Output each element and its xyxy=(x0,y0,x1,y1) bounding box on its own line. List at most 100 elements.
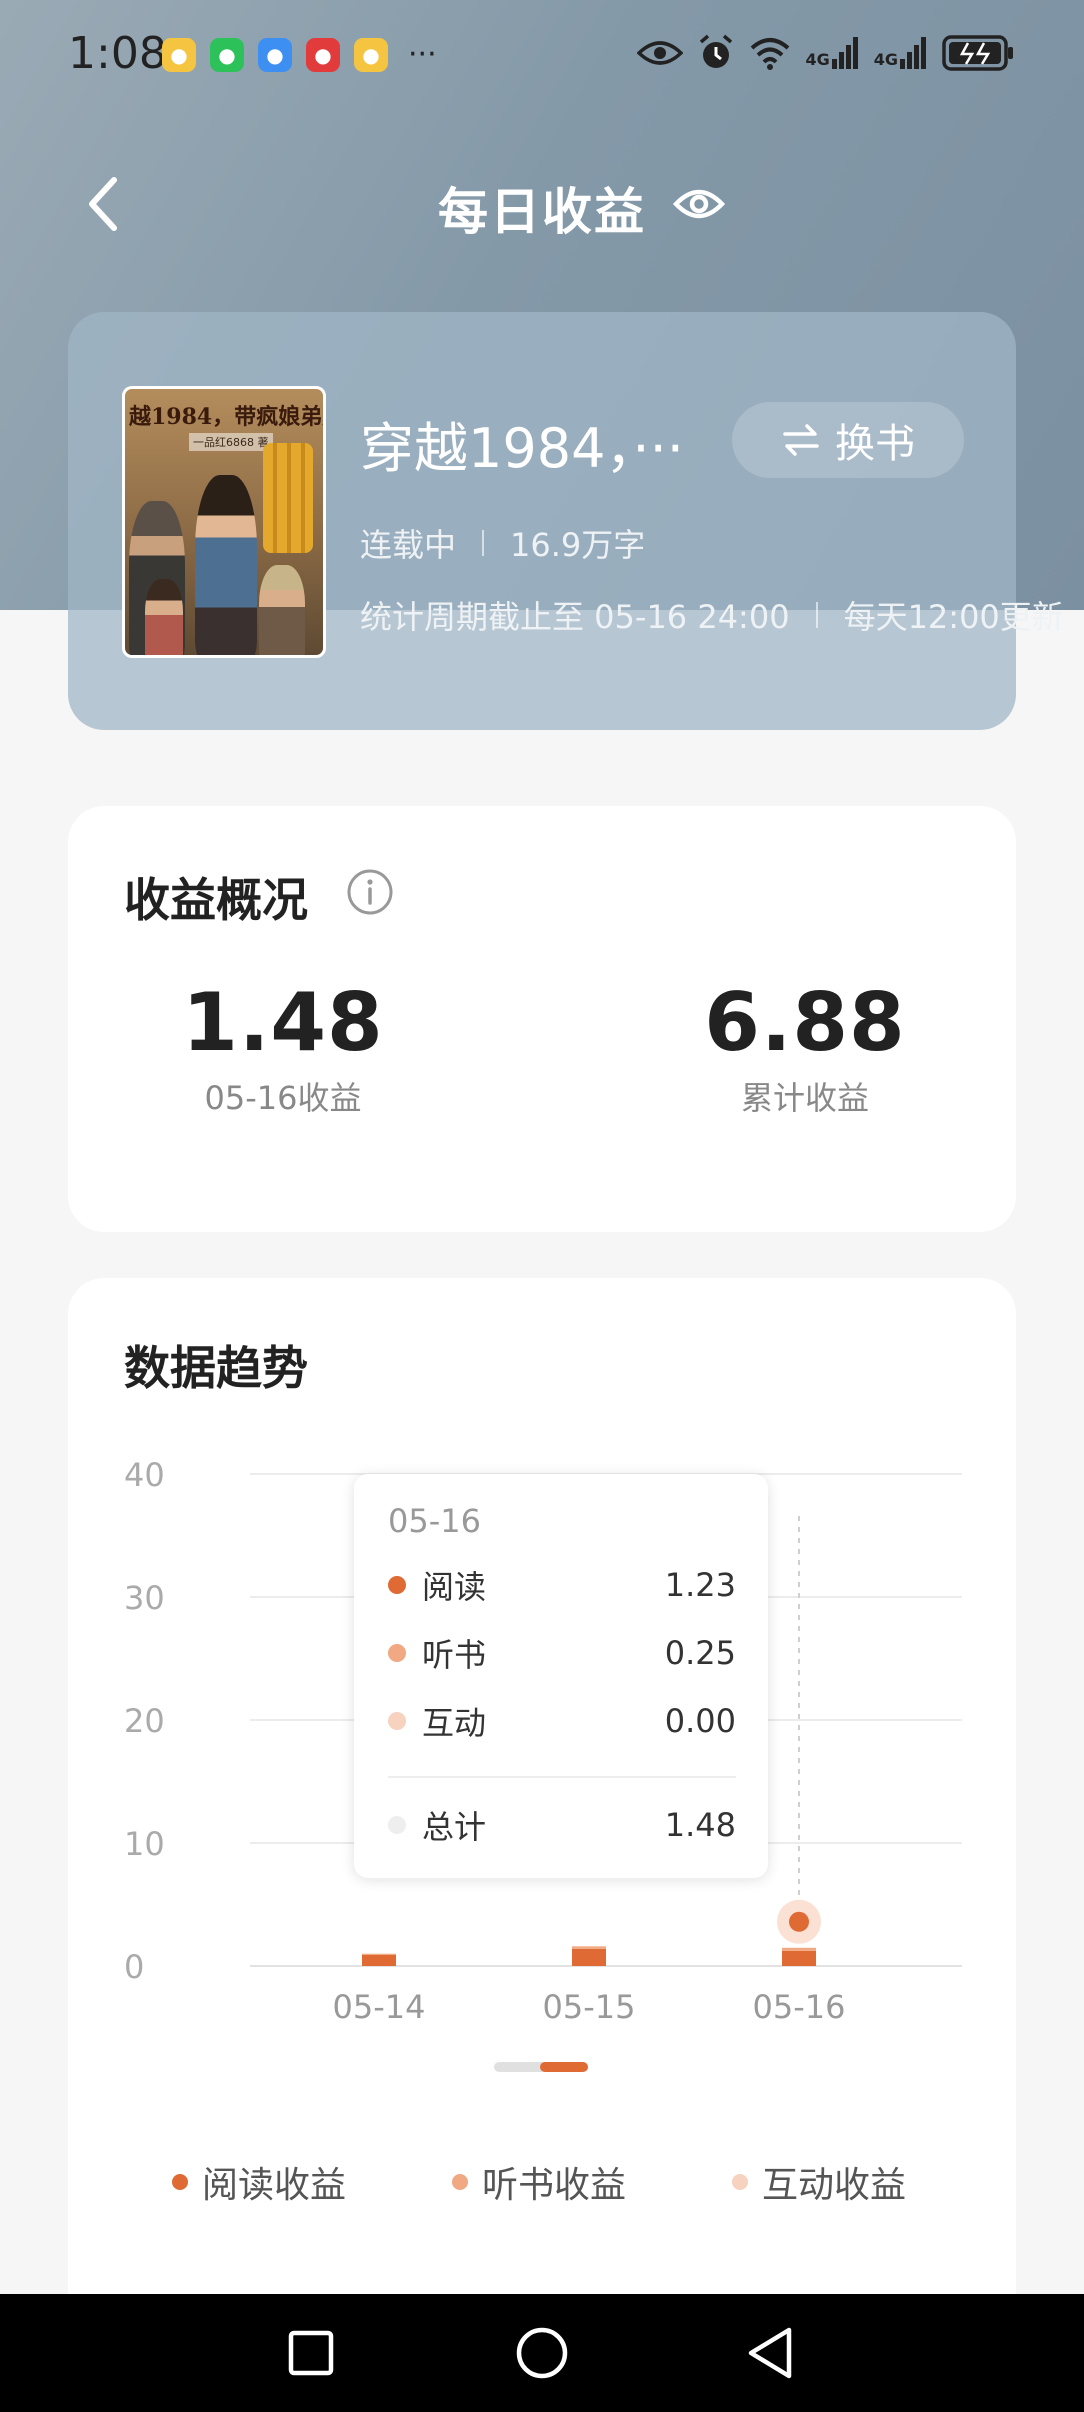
interaction-dot-icon xyxy=(388,1712,406,1730)
bar-05-16-0 xyxy=(782,1950,816,1966)
book-card: 越1984，带疯娘弟妹逆 一品红6868 著 穿越1984，··· 换书 连载中… xyxy=(68,312,1064,730)
cover-title: 越1984，带疯娘弟妹逆 xyxy=(129,404,323,430)
y-tick-label: 20 xyxy=(124,1702,165,1740)
book-word-count: 16.9万字 xyxy=(510,526,646,564)
tooltip-row-interaction: 互动 0.00 xyxy=(388,1698,736,1744)
total-earnings-stat: 6.88 累计收益 xyxy=(655,976,955,1119)
chart-tooltip: 05-16 阅读 1.23 听书 0.25 互动 0.00 总计 1.48 xyxy=(354,1474,768,1878)
cover-child-illustration-2 xyxy=(145,579,183,655)
x-tick-label: 05-14 xyxy=(333,1988,426,2026)
divider xyxy=(815,602,818,628)
tooltip-date: 05-16 xyxy=(388,1502,481,1540)
bar-05-15-0 xyxy=(572,1948,606,1966)
y-tick-label: 10 xyxy=(124,1825,165,1863)
red-app-notification-icon: ● xyxy=(306,38,340,72)
square-icon xyxy=(288,2330,334,2376)
legend-label: 听书收益 xyxy=(482,2165,627,2206)
total-dot-icon xyxy=(388,1816,406,1834)
cover-person-illustration xyxy=(195,475,257,655)
signal-bars-icon xyxy=(831,37,858,69)
bar-05-14-1 xyxy=(362,1953,396,1955)
triangle-left-icon xyxy=(748,2327,792,2379)
update-note: 每天12:00更新 xyxy=(843,598,1064,636)
cover-corn-illustration xyxy=(263,443,313,553)
tooltip-label: 互动 xyxy=(422,1704,487,1742)
listening-dot-icon xyxy=(388,1644,406,1662)
legend-label: 阅读收益 xyxy=(202,2165,347,2206)
tooltip-row-listening: 听书 0.25 xyxy=(388,1630,736,1676)
legend-interaction[interactable]: 互动收益 xyxy=(732,2156,906,2208)
reading-dot-icon xyxy=(388,1576,406,1594)
book-cover[interactable]: 越1984，带疯娘弟妹逆 一品红6868 著 xyxy=(122,386,326,658)
legend-label: 互动收益 xyxy=(762,2165,907,2206)
book-meta: 连载中 16.9万字 xyxy=(360,520,645,566)
book-title: 穿越1984，··· xyxy=(360,417,684,480)
tooltip-value: 0.00 xyxy=(664,1702,736,1740)
book-status: 连载中 xyxy=(360,526,457,564)
bar-05-16-1 xyxy=(782,1947,816,1951)
system-navigation-bar xyxy=(0,2294,1084,2412)
tooltip-label: 听书 xyxy=(422,1636,487,1674)
highlight-point xyxy=(789,1911,809,1932)
swap-arrows-icon xyxy=(783,424,819,456)
weibo-notification-icon: ● xyxy=(162,38,196,72)
back-nav-button[interactable] xyxy=(734,2316,808,2390)
tooltip-value: 1.48 xyxy=(664,1806,736,1844)
legend-reading-dot-icon xyxy=(172,2174,188,2190)
alarm-icon xyxy=(700,34,733,68)
battery-icon xyxy=(942,35,1013,71)
info-icon xyxy=(347,869,393,915)
bar-05-14-0 xyxy=(362,1954,396,1966)
legend-listening-dot-icon xyxy=(452,2174,468,2190)
cover-author: 一品红6868 著 xyxy=(189,433,273,451)
page-title: 每日收益 xyxy=(438,183,646,241)
home-button[interactable] xyxy=(505,2316,579,2390)
chart-scroll-thumb xyxy=(540,2062,588,2072)
y-tick-label: 0 xyxy=(124,1948,144,1986)
y-tick-label: 30 xyxy=(124,1579,165,1617)
swap-book-button[interactable]: 换书 xyxy=(732,402,964,478)
total-earnings-label: 累计收益 xyxy=(740,1079,869,1117)
legend-reading[interactable]: 阅读收益 xyxy=(172,2156,346,2208)
chart-scroll-indicator xyxy=(494,2062,588,2072)
period-text: 统计周期截止至 05-16 24:00 xyxy=(360,598,790,636)
wifi-icon xyxy=(751,38,790,70)
status-bar: 1:08 ● ● ● ● ● ··· 4G 4G xyxy=(0,0,1084,110)
data-trend-card: 数据趋势 0 10 20 30 40 05-14 05-15 05-16 05-16 阅读 1… xyxy=(68,1278,1016,2298)
recents-button[interactable] xyxy=(274,2316,348,2390)
system-icons: 4G 4G xyxy=(637,34,1014,72)
eye-comfort-icon xyxy=(637,41,684,65)
daily-earnings-stat: 1.48 05-16收益 xyxy=(133,976,433,1119)
cover-child-illustration xyxy=(259,565,305,655)
cellular-signal-2: 4G xyxy=(874,37,928,69)
tooltip-value: 0.25 xyxy=(664,1634,736,1672)
swap-book-label: 换书 xyxy=(835,421,915,467)
divider xyxy=(482,530,485,556)
tooltip-row-total: 总计 1.48 xyxy=(388,1802,736,1848)
overview-title: 收益概况 xyxy=(124,873,308,927)
more-notifications-icon: ··· xyxy=(408,37,437,72)
daily-earnings-label: 05-16收益 xyxy=(204,1079,362,1117)
info-button[interactable] xyxy=(346,868,394,916)
cellular-signal-1: 4G xyxy=(805,37,859,69)
wechat-notification-icon: ● xyxy=(210,38,244,72)
toggle-visibility-button[interactable] xyxy=(672,182,726,226)
y-tick-label: 40 xyxy=(124,1456,165,1494)
message-notification-icon: ● xyxy=(258,38,292,72)
legend-listening[interactable]: 听书收益 xyxy=(452,2156,626,2208)
daily-earnings-value: 1.48 xyxy=(182,976,384,1069)
book-period: 统计周期截止至 05-16 24:00 每天12:00更新 xyxy=(360,592,1064,638)
legend-interaction-dot-icon xyxy=(732,2174,748,2190)
tooltip-row-reading: 阅读 1.23 xyxy=(388,1562,736,1608)
circle-icon xyxy=(516,2327,568,2379)
tooltip-label: 阅读 xyxy=(422,1568,487,1606)
total-earnings-value: 6.88 xyxy=(704,976,906,1069)
status-time: 1:08 xyxy=(68,28,167,79)
x-tick-label: 05-16 xyxy=(753,1988,846,2026)
x-tick-label: 05-15 xyxy=(543,1988,636,2026)
notification-icons: ● ● ● ● ● ··· xyxy=(162,38,437,72)
tooltip-label: 总计 xyxy=(422,1808,487,1846)
earnings-overview-card: 收益概况 1.48 05-16收益 6.88 累计收益 xyxy=(68,806,1016,1232)
tooltip-divider xyxy=(388,1776,736,1778)
eye-icon xyxy=(672,189,726,219)
